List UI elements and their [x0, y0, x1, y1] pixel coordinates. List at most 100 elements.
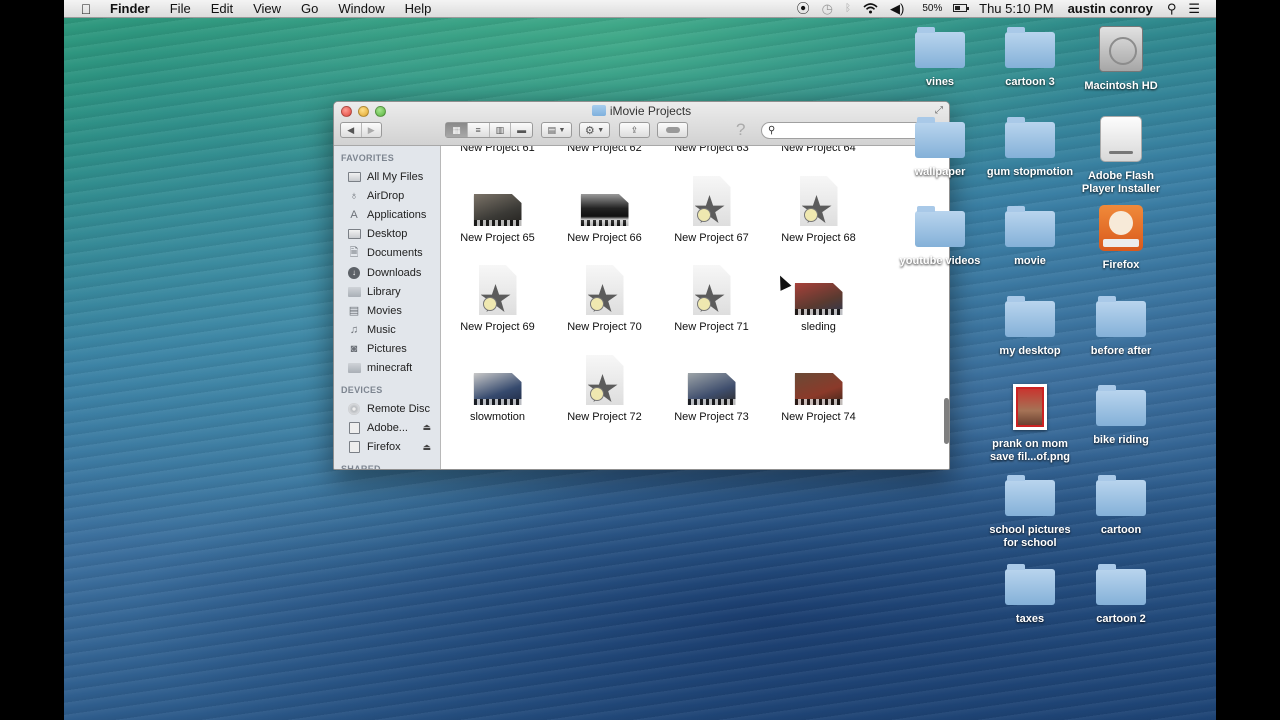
sidebar-item-desktop[interactable]: Desktop: [334, 225, 440, 244]
desktop-item[interactable]: my desktop: [985, 295, 1075, 358]
vertical-scrollbar[interactable]: [944, 398, 949, 444]
desktop-item-label: cartoon: [1100, 524, 1142, 536]
column-view-button[interactable]: ▥: [488, 123, 511, 137]
file-item[interactable]: New Project 74: [765, 355, 872, 423]
desktop-item[interactable]: movie: [985, 205, 1075, 268]
desktop-item[interactable]: cartoon 2: [1076, 563, 1166, 626]
file-item[interactable]: New Project 70: [551, 265, 658, 333]
sidebar-item-music[interactable]: ♫ Music: [334, 321, 440, 340]
cover-flow-button[interactable]: ▬: [510, 123, 532, 137]
camera-badge-icon: [696, 208, 711, 222]
file-item[interactable]: New Project 69: [444, 265, 551, 333]
finder-titlebar[interactable]: iMovie Projects ⤢ ◀ ▶ ▦ ≡ ▥ ▬ ▤ ▼ ⚙ ▼ ⇪: [334, 102, 949, 146]
file-item[interactable]: New Project 68: [765, 176, 872, 244]
desktop-item-label: prank on mom save fil...of.png: [989, 438, 1071, 463]
search-icon[interactable]: ⚲: [1159, 0, 1183, 18]
menu-file[interactable]: File: [160, 0, 201, 18]
camera-badge-icon: [589, 387, 604, 401]
sidebar-item-label: Applications: [367, 208, 427, 221]
battery-indicator[interactable]: 50%: [910, 0, 973, 18]
sidebar-item-minecraft[interactable]: minecraft: [334, 359, 440, 378]
apple-logo-icon[interactable]: : [64, 1, 94, 17]
fullscreen-icon[interactable]: ⤢: [935, 105, 943, 116]
menubar-clock[interactable]: Thu 5:10 PM: [973, 0, 1059, 18]
share-button[interactable]: ⇪: [619, 122, 650, 138]
sidebar-item-adobe[interactable]: Adobe... ⏏: [334, 418, 440, 437]
menu-edit[interactable]: Edit: [201, 0, 243, 18]
file-item[interactable]: New Project 66: [551, 176, 658, 244]
file-item[interactable]: New Project 64: [765, 146, 872, 154]
menu-view[interactable]: View: [243, 0, 291, 18]
video-thumbnail-icon: [794, 283, 843, 315]
file-name: New Project 67: [674, 232, 749, 244]
desktop-item[interactable]: school pictures for school: [985, 474, 1075, 550]
help-icon[interactable]: ?: [736, 120, 745, 140]
video-thumbnail-icon: [794, 373, 843, 405]
imovie-project-icon: [692, 265, 731, 315]
back-button[interactable]: ◀: [341, 123, 361, 137]
desktop-item[interactable]: cartoon: [1076, 474, 1166, 537]
desktop-item[interactable]: Firefox: [1076, 205, 1166, 272]
action-button[interactable]: ⚙ ▼: [579, 122, 610, 138]
file-name: slowmotion: [469, 411, 526, 423]
file-item[interactable]: New Project 65: [444, 176, 551, 244]
list-icon[interactable]: ☰: [1182, 0, 1206, 18]
desktop-item[interactable]: bike riding: [1076, 384, 1166, 447]
file-item[interactable]: slowmotion: [444, 355, 551, 423]
menubar-user[interactable]: austin conroy: [1060, 0, 1159, 18]
file-item[interactable]: New Project 62: [551, 146, 658, 154]
sidebar-item-library[interactable]: Library: [334, 282, 440, 301]
sidebar-item-movies[interactable]: ▤ Movies: [334, 301, 440, 320]
camera-badge-icon: [696, 297, 711, 311]
menu-window[interactable]: Window: [328, 0, 394, 18]
menu-help[interactable]: Help: [395, 0, 442, 18]
sidebar-item-documents[interactable]: 🗎 Documents: [334, 244, 440, 263]
desktop-item[interactable]: taxes: [985, 563, 1075, 626]
sidebar-item-all-my-files[interactable]: All My Files: [334, 167, 440, 186]
clock-icon[interactable]: ◷: [816, 0, 839, 18]
sidebar-item-pictures[interactable]: ◙ Pictures: [334, 340, 440, 359]
desktop-item[interactable]: prank on mom save fil...of.png: [985, 384, 1075, 464]
desktop-item[interactable]: wallpaper: [895, 116, 985, 179]
file-item[interactable]: New Project 73: [658, 355, 765, 423]
file-item[interactable]: New Project 67: [658, 176, 765, 244]
desktop-item[interactable]: Macintosh HD: [1076, 26, 1166, 93]
file-item[interactable]: New Project 71: [658, 265, 765, 333]
bluetooth-icon[interactable]: ᛒ: [839, 0, 857, 18]
menu-go[interactable]: Go: [291, 0, 328, 18]
folder-icon: [1096, 296, 1146, 337]
wifi-icon[interactable]: [857, 3, 884, 14]
sidebar-item-remote-disc[interactable]: Remote Disc: [334, 399, 440, 418]
list-view-button[interactable]: ≡: [466, 123, 489, 137]
volume-icon[interactable]: ◀︎): [884, 0, 910, 18]
desktop-item[interactable]: cartoon 3: [985, 26, 1075, 89]
sidebar-item-firefox[interactable]: Firefox ⏏: [334, 437, 440, 456]
folder-icon: [1005, 206, 1055, 247]
desktop-item[interactable]: vines: [895, 26, 985, 89]
file-thumbnail: [444, 355, 551, 405]
eject-icon[interactable]: ⏏: [422, 442, 431, 453]
tags-button[interactable]: [657, 122, 688, 138]
forward-button[interactable]: ▶: [360, 123, 382, 137]
video-thumbnail-icon: [687, 373, 736, 405]
sidebar-item-downloads[interactable]: ↓ Downloads: [334, 263, 440, 282]
desktop-item[interactable]: youtube videos: [895, 205, 985, 268]
file-name: sleding: [801, 321, 836, 333]
file-item[interactable]: New Project 72: [551, 355, 658, 423]
video-thumbnail-icon: [473, 373, 522, 405]
file-name: New Project 71: [674, 321, 749, 333]
desktop-item[interactable]: before after: [1076, 295, 1166, 358]
menu-finder[interactable]: Finder: [94, 0, 160, 18]
arrange-button[interactable]: ▤ ▼: [541, 122, 572, 138]
eject-icon[interactable]: ⏏: [422, 422, 431, 433]
sidebar-item-airdrop[interactable]: ♁ AirDrop: [334, 186, 440, 205]
file-item[interactable]: New Project 61: [444, 146, 551, 154]
file-item[interactable]: New Project 63: [658, 146, 765, 154]
sidebar-item-applications[interactable]: A Applications: [334, 205, 440, 224]
record-icon[interactable]: ⦿: [791, 0, 816, 18]
folder-icon: [1005, 475, 1055, 516]
sidebar-item-label: Downloads: [367, 266, 422, 279]
icon-view-button[interactable]: ▦: [446, 123, 467, 137]
desktop-item[interactable]: gum stopmotion: [985, 116, 1075, 179]
desktop-item[interactable]: Adobe Flash Player Installer: [1076, 116, 1166, 196]
